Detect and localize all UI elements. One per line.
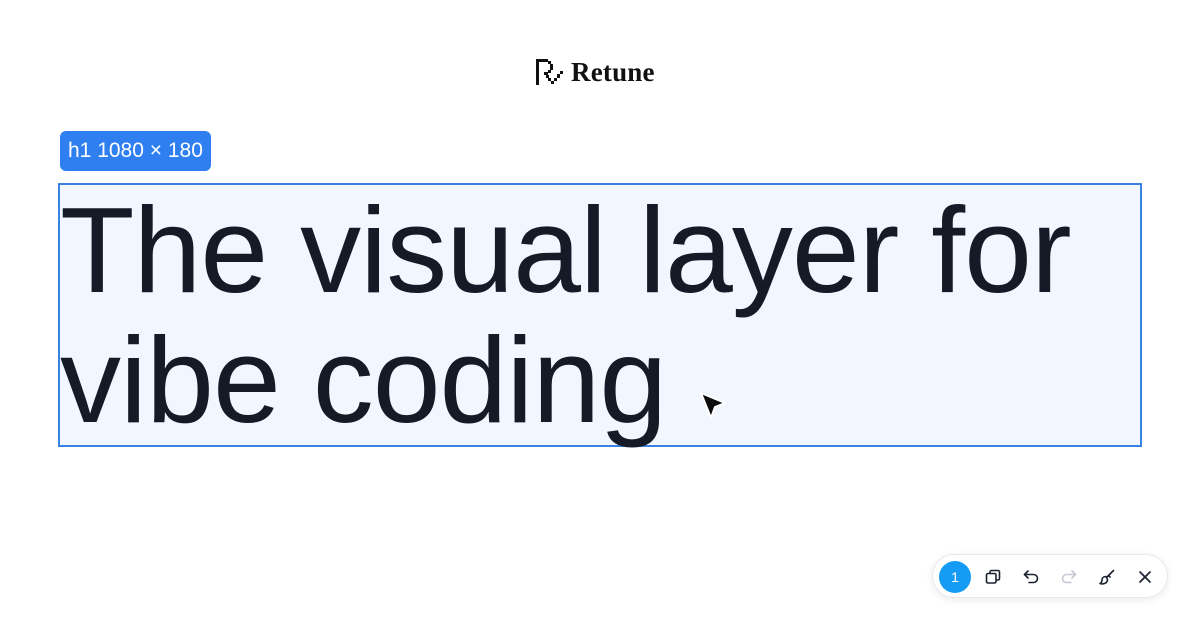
redo-icon: [1061, 570, 1077, 584]
floating-toolbar: 1: [932, 554, 1168, 598]
copy-button[interactable]: [977, 561, 1009, 593]
copy-icon: [985, 569, 1001, 584]
headline-line-1: The visual layer for: [60, 182, 1072, 318]
page-headline[interactable]: The visual layer for vibe coding: [60, 185, 1140, 445]
headline-line-2: vibe coding: [60, 312, 667, 448]
close-icon: [1139, 571, 1151, 583]
mouse-cursor-icon: [700, 392, 726, 419]
undo-icon: [1023, 570, 1039, 584]
close-button[interactable]: [1129, 561, 1161, 593]
selection-count-badge[interactable]: 1: [939, 561, 971, 593]
brand-name: Retune: [571, 57, 655, 87]
retune-logo-icon: [536, 59, 563, 85]
brand-logo: Retune: [534, 57, 655, 87]
style-brush-button[interactable]: [1091, 561, 1123, 593]
undo-button[interactable]: [1015, 561, 1047, 593]
element-size-badge: h1 1080 × 180: [60, 131, 211, 171]
selection-count: 1: [939, 561, 971, 593]
brush-icon: [1099, 569, 1115, 585]
redo-button[interactable]: [1053, 561, 1085, 593]
